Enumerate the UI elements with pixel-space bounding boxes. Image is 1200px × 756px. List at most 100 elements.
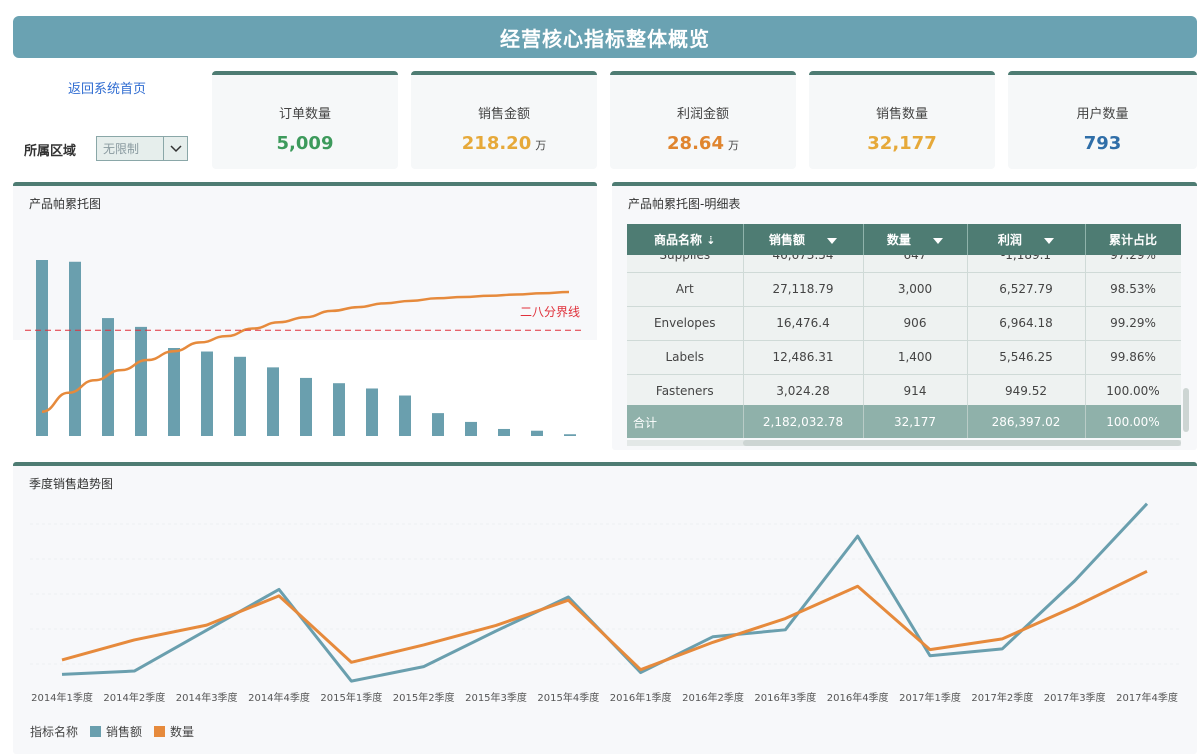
pareto-bar[interactable] xyxy=(498,428,510,436)
sort-icon[interactable]: ⇣ xyxy=(706,234,715,247)
kpi-label: 销售数量 xyxy=(875,107,928,122)
pareto-bar[interactable] xyxy=(432,413,444,436)
quarterly-trend-chart xyxy=(30,502,1180,683)
kpi-card-sales-amount: 销售金额 218.20 万 xyxy=(411,71,597,169)
pareto-bar[interactable] xyxy=(399,395,411,436)
kpi-value: 5,009 xyxy=(276,133,334,154)
vertical-scrollbar-thumb[interactable] xyxy=(1183,388,1189,432)
cell-quantity: 647 xyxy=(863,255,968,273)
kpi-unit: 万 xyxy=(727,139,739,152)
cell-sales: 3,024.28 xyxy=(743,374,864,405)
cell-total-sales: 2,182,032.78 xyxy=(743,405,864,438)
page-title: 经营核心指标整体概览 xyxy=(500,26,710,51)
cell-sales: 27,118.79 xyxy=(743,272,864,307)
table-row[interactable]: Envelopes 16,476.4 906 6,964.18 99.29% xyxy=(627,306,1181,341)
legend-swatch-quantity[interactable] xyxy=(154,726,166,737)
cell-product: Labels xyxy=(627,340,744,375)
pareto-bar[interactable] xyxy=(201,351,213,436)
pareto-bar[interactable] xyxy=(234,356,246,436)
x-axis-tick-label: 2014年2季度 xyxy=(103,693,166,704)
table-row[interactable]: Supplies46,673.54647-1,189.197.29% xyxy=(627,255,1181,273)
pareto-threshold-label: 二八分界线 xyxy=(520,305,581,319)
detail-table-body: Supplies46,673.54647-1,189.197.29% Art27… xyxy=(627,255,1181,405)
cell-product: Supplies xyxy=(627,255,744,273)
column-header-cumulative[interactable]: 累计占比 xyxy=(1085,224,1181,255)
kpi-value: 793 xyxy=(1083,133,1122,154)
x-axis-tick-label: 2015年4季度 xyxy=(537,693,600,704)
pareto-bar[interactable] xyxy=(267,367,279,436)
pareto-chart xyxy=(25,260,585,436)
scrollbar-thumb[interactable] xyxy=(743,440,1181,446)
cell-cumulative: 99.86% xyxy=(1085,340,1181,375)
horizontal-scrollbar[interactable] xyxy=(627,440,1181,446)
pareto-bar[interactable] xyxy=(465,421,477,436)
kpi-value: 32,177 xyxy=(867,133,937,154)
chart-legend: 指标名称 销售额 数量 xyxy=(30,723,194,740)
dropdown-icon[interactable] xyxy=(827,237,838,244)
cell-cumulative: 97.29% xyxy=(1085,255,1181,273)
column-header-product[interactable]: 商品名称 ⇣ xyxy=(627,224,744,255)
column-header-profit[interactable]: 利润 xyxy=(967,224,1086,255)
pareto-bar[interactable] xyxy=(333,383,345,436)
x-axis-tick-label: 2016年4季度 xyxy=(826,693,889,704)
x-axis-tick-label: 2015年2季度 xyxy=(392,693,455,704)
kpi-value: 218.20 xyxy=(461,133,532,154)
x-axis-tick-label: 2017年2季度 xyxy=(971,693,1034,704)
pareto-bar[interactable] xyxy=(564,434,576,436)
kpi-label: 利润金额 xyxy=(676,107,729,122)
x-axis-tick-label: 2017年3季度 xyxy=(1043,693,1106,704)
table-row[interactable]: Art 27,118.79 3,000 6,527.79 98.53% xyxy=(627,272,1181,307)
pareto-bar[interactable] xyxy=(69,261,81,436)
pareto-bar[interactable] xyxy=(531,430,543,436)
table-row[interactable]: Fasteners 3,024.28 914 949.52 100.00% xyxy=(627,374,1181,405)
chevron-down-icon[interactable] xyxy=(163,137,187,160)
cell-sales: 46,673.54 xyxy=(743,255,864,273)
series-line-sales[interactable] xyxy=(61,502,1149,683)
detail-table-body-viewport: Supplies46,673.54647-1,189.197.29% Art27… xyxy=(627,255,1181,405)
kpi-value: 28.64 xyxy=(667,133,724,154)
cell-profit: 6,527.79 xyxy=(967,272,1086,307)
cell-sales: 12,486.31 xyxy=(743,340,864,375)
column-header-quantity[interactable]: 数量 xyxy=(863,224,968,255)
cell-product: Fasteners xyxy=(627,374,744,405)
x-axis-tick-label: 2017年1季度 xyxy=(899,693,961,704)
cell-total-quantity: 32,177 xyxy=(863,405,968,438)
column-header-sales[interactable]: 销售额 xyxy=(743,224,864,255)
legend-title: 指标名称 xyxy=(30,725,79,739)
cell-quantity: 906 xyxy=(863,306,968,341)
x-axis-tick-label: 2015年3季度 xyxy=(465,693,527,704)
total-row: 合计 2,182,032.78 32,177 286,397.02 100.00… xyxy=(627,405,1181,438)
dropdown-icon[interactable] xyxy=(933,237,944,244)
kpi-card-users: 用户数量 793 xyxy=(1008,71,1197,169)
x-axis-tick-label: 2016年3季度 xyxy=(754,693,817,704)
region-select-value: 无限制 xyxy=(103,142,140,156)
pareto-bar[interactable] xyxy=(135,326,147,436)
kpi-card-profit: 利润金额 28.64 万 xyxy=(610,71,796,169)
region-filter-label: 所属区域 xyxy=(24,144,77,159)
cell-total-label: 合计 xyxy=(627,405,744,438)
pareto-bar[interactable] xyxy=(366,388,378,436)
detail-table-container: 商品名称 ⇣ 销售额 数量 利润 累计占比 Supplies46,673.546… xyxy=(627,224,1181,438)
legend-label-sales[interactable]: 销售额 xyxy=(106,723,142,740)
pareto-bar[interactable] xyxy=(168,348,180,436)
region-select[interactable]: 无限制 xyxy=(96,136,188,161)
x-axis-tick-label: 2016年1季度 xyxy=(609,693,672,704)
cell-product: Art xyxy=(627,272,744,307)
back-to-home-link[interactable]: 返回系统首页 xyxy=(68,78,146,97)
pareto-bar[interactable] xyxy=(300,377,312,436)
cell-quantity: 1,400 xyxy=(863,340,968,375)
detail-table-title: 产品帕累托图-明细表 xyxy=(628,197,741,211)
dropdown-icon[interactable] xyxy=(1044,237,1055,244)
legend-swatch-sales[interactable] xyxy=(90,726,102,737)
cell-cumulative: 98.53% xyxy=(1085,272,1181,307)
detail-table: 商品名称 ⇣ 销售额 数量 利润 累计占比 xyxy=(627,224,1181,255)
x-axis-tick-label: 2014年3季度 xyxy=(175,693,238,704)
x-axis-tick-label: 2017年4季度 xyxy=(1116,693,1178,704)
dashboard-title-bar: 经营核心指标整体概览 xyxy=(13,16,1197,58)
cell-quantity: 914 xyxy=(863,374,968,405)
table-row[interactable]: Labels 12,486.31 1,400 5,546.25 99.86% xyxy=(627,340,1181,375)
cell-product: Envelopes xyxy=(627,306,744,341)
kpi-card-sales-quantity: 销售数量 32,177 xyxy=(809,71,995,169)
kpi-label: 销售金额 xyxy=(477,107,530,122)
legend-label-quantity[interactable]: 数量 xyxy=(170,723,194,740)
